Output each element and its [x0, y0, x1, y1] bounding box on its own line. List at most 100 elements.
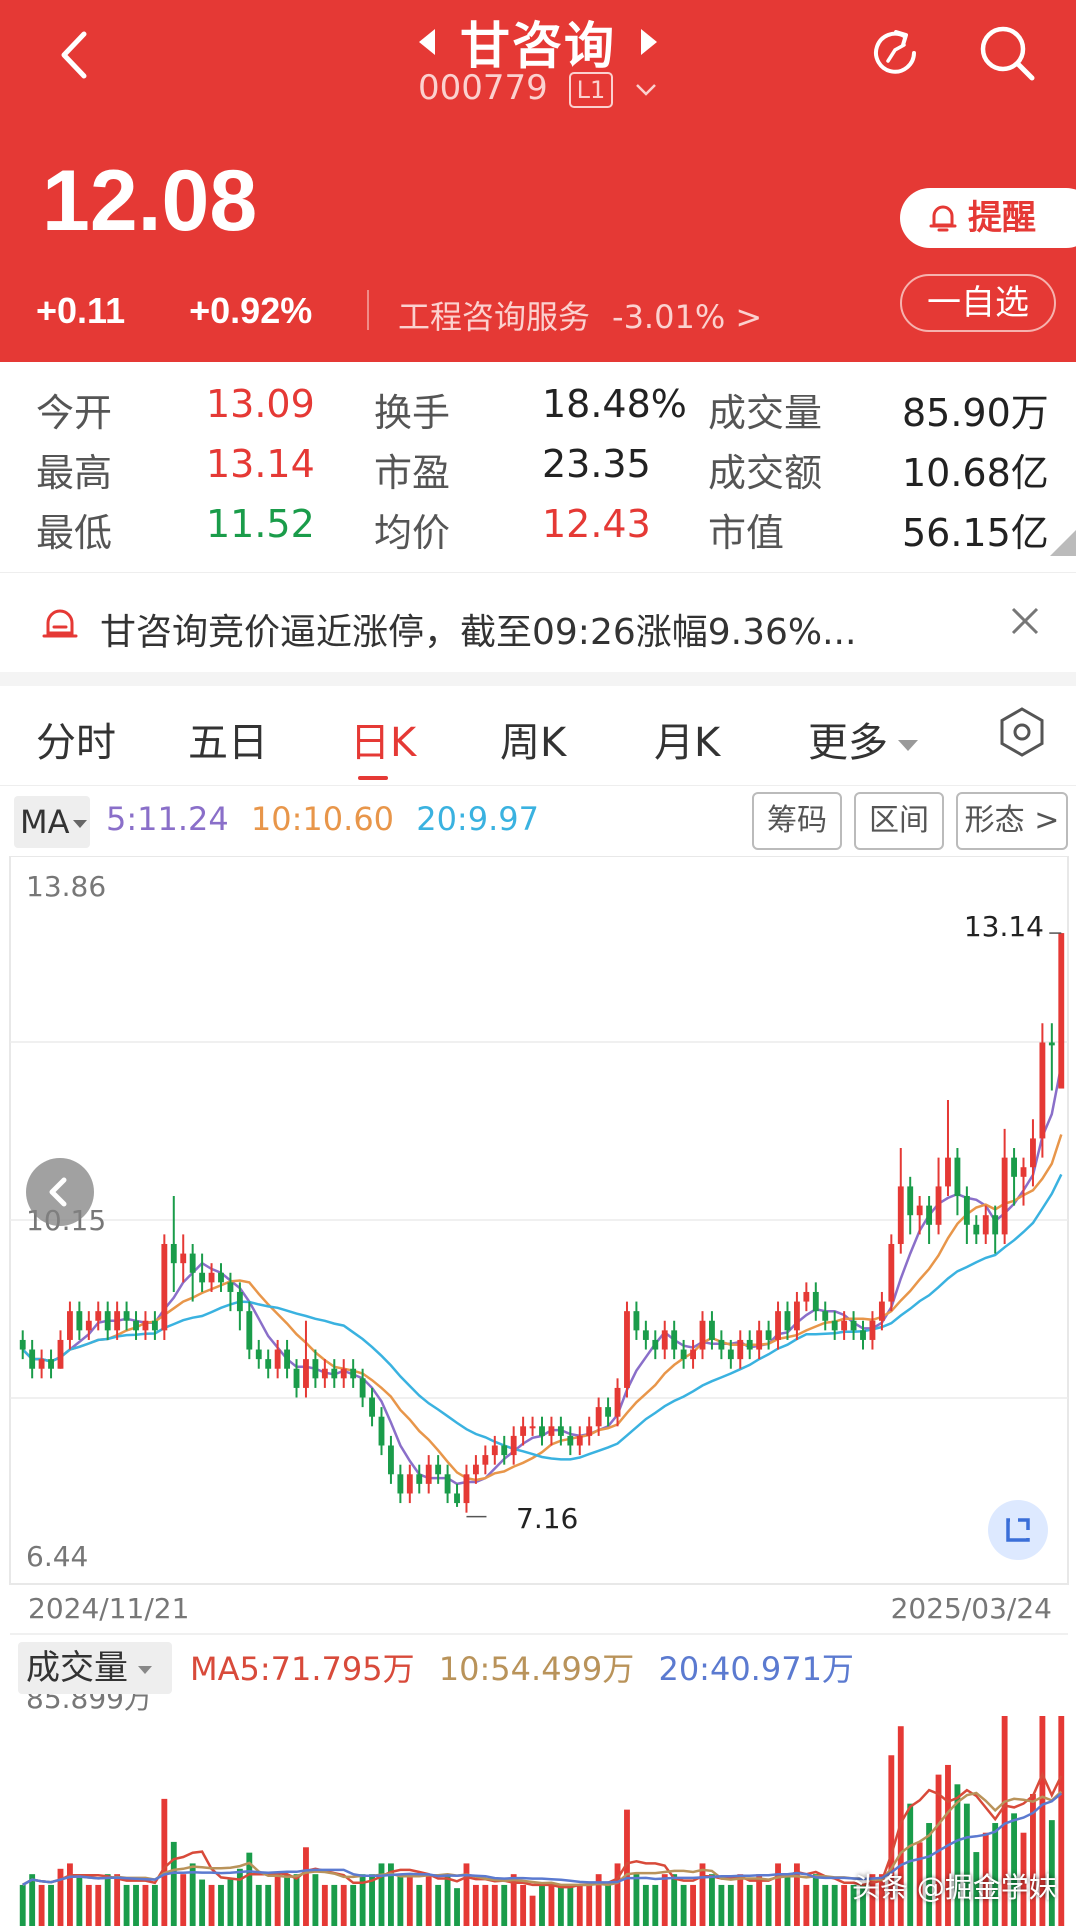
volume-bar: [680, 1884, 687, 1926]
candle-body: [605, 1407, 612, 1417]
candle-body: [803, 1291, 810, 1302]
alert-button[interactable]: 提醒: [900, 188, 1076, 248]
candle-body: [718, 1339, 725, 1350]
section-divider: [0, 672, 1076, 686]
volume-bar: [1058, 1716, 1065, 1926]
settings-icon[interactable]: [996, 706, 1048, 758]
candle-body: [472, 1464, 479, 1475]
fullscreen-button[interactable]: [988, 1500, 1048, 1560]
volume-bar: [265, 1884, 272, 1926]
tab-intraday[interactable]: 分时: [36, 710, 116, 768]
tab-more[interactable]: 更多: [808, 710, 918, 768]
candle-body: [793, 1301, 800, 1331]
volume-bar: [444, 1874, 451, 1926]
volume-bar: [699, 1863, 706, 1926]
volume-bar: [255, 1884, 262, 1926]
stat-value: 13.09: [206, 382, 315, 426]
range-button[interactable]: 区间: [854, 792, 944, 850]
candle-body: [624, 1311, 630, 1388]
tab-monthly-k[interactable]: 月K: [654, 710, 720, 768]
candle-body: [1011, 1157, 1017, 1177]
sector-link[interactable]: 工程咨询服务 -3.01% >: [398, 292, 762, 338]
volume-bar: [633, 1874, 640, 1926]
volume-bar: [746, 1884, 753, 1926]
volume-bar: [95, 1884, 102, 1926]
kline-chart[interactable]: 13.86 10.15 6.44 13.14 7.16 2024/11/21 2…: [0, 856, 1076, 1926]
candle-body: [321, 1368, 328, 1379]
chart-tabs: 分时 五日 日K 周K 月K 更多: [0, 686, 1076, 786]
candle-body: [1048, 1042, 1055, 1046]
tab-more-label: 更多: [808, 720, 888, 766]
candle-body: [737, 1339, 744, 1360]
candle-body: [114, 1311, 121, 1331]
volume-bar: [133, 1884, 139, 1926]
next-stock-icon[interactable]: [641, 29, 658, 55]
volume-bar: [321, 1884, 328, 1926]
fullscreen-icon: [1006, 1518, 1030, 1542]
high-marker: 13.14: [964, 910, 1044, 943]
volume-bar: [38, 1884, 45, 1926]
candle-body: [425, 1464, 432, 1484]
sector-pct: -3.01%: [612, 298, 726, 336]
candle-body: [85, 1320, 92, 1331]
volume-bar: [529, 1895, 536, 1926]
volume-bar: [350, 1884, 357, 1926]
chevron-down-icon[interactable]: [634, 82, 658, 98]
candle-body: [482, 1455, 489, 1465]
stat-label: 市盈: [374, 451, 451, 495]
search-icon[interactable]: [976, 22, 1038, 84]
notice-bar[interactable]: 甘咨询竞价逼近涨停，截至09:26涨幅9.36%...: [0, 572, 1076, 672]
candle-body: [397, 1474, 404, 1494]
candle-body: [746, 1339, 753, 1350]
volume-selector[interactable]: 成交量: [18, 1642, 172, 1694]
scroll-left-button[interactable]: [26, 1158, 94, 1226]
candle-body: [29, 1349, 36, 1369]
tab-weekly-k[interactable]: 周K: [500, 710, 566, 768]
volume-bar: [340, 1884, 347, 1926]
share-icon[interactable]: [866, 24, 924, 82]
candle-body: [454, 1493, 460, 1504]
candle-body: [1020, 1167, 1027, 1177]
candle-body: [331, 1368, 338, 1379]
candle-body: [992, 1215, 999, 1235]
expand-corner-icon[interactable]: [1050, 530, 1076, 556]
price-change-row: +0.11 +0.92%: [36, 290, 366, 332]
volume-bar: [114, 1874, 121, 1926]
volume-bar: [331, 1884, 338, 1926]
divider: [367, 290, 369, 330]
candle-body: [973, 1224, 980, 1235]
volume-bar: [576, 1884, 583, 1926]
candle-body: [218, 1272, 224, 1283]
pattern-button[interactable]: 形态 >: [956, 792, 1068, 850]
candle-body: [1058, 933, 1065, 1089]
chips-button[interactable]: 筹码: [752, 792, 842, 850]
watchlist-button[interactable]: 一自选: [900, 274, 1056, 332]
candle-body: [869, 1320, 876, 1340]
volume-bar: [48, 1884, 54, 1926]
candle-body: [539, 1426, 545, 1436]
stat-label: 换手: [374, 391, 451, 435]
tab-daily-k[interactable]: 日K: [350, 710, 416, 768]
candle-body: [369, 1397, 375, 1417]
active-tab-indicator: [358, 776, 388, 780]
volume-bar: [520, 1884, 527, 1926]
volume-bar: [161, 1798, 168, 1926]
candle-body: [841, 1320, 848, 1331]
candle-body: [76, 1311, 83, 1331]
candle-body: [133, 1320, 139, 1331]
prev-stock-icon[interactable]: [418, 29, 435, 55]
volume-bar: [170, 1841, 177, 1926]
tab-five-day[interactable]: 五日: [188, 710, 268, 768]
stat-value: 11.52: [206, 502, 315, 546]
volume-bar: [784, 1874, 791, 1926]
ma-selector[interactable]: MA: [14, 796, 90, 848]
candle-body: [67, 1311, 73, 1340]
candle-body: [812, 1291, 819, 1312]
volume-bar: [397, 1874, 404, 1926]
ma5-value: 5:11.24: [106, 800, 229, 838]
volume-bar: [614, 1863, 621, 1926]
stat-label: 成交额: [708, 451, 823, 495]
sector-name: 工程咨询服务: [398, 298, 591, 336]
volume-bar: [586, 1884, 593, 1926]
close-icon[interactable]: [1008, 604, 1042, 638]
